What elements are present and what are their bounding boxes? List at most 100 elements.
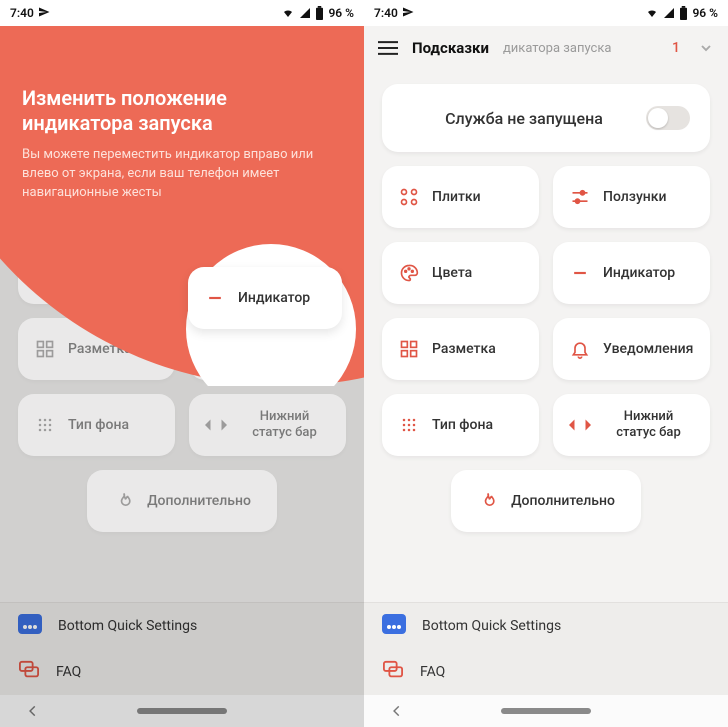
hint-count: 1 <box>308 40 316 56</box>
status-bar: 7:40 96 % <box>0 0 364 26</box>
back-icon[interactable] <box>390 704 404 718</box>
tile-notifications[interactable]: Уведомления <box>553 318 710 380</box>
footer-label: Bottom Quick Settings <box>58 618 197 634</box>
battery-icon <box>679 6 688 20</box>
bell-icon <box>205 338 227 360</box>
tile-bottom-status-bar[interactable]: Нижний статус бар <box>189 394 346 456</box>
bell-icon <box>569 338 591 360</box>
tile-bottom-status-bar[interactable]: Нижний статус бар <box>553 394 710 456</box>
back-icon[interactable] <box>26 704 40 718</box>
menu-button[interactable] <box>14 40 34 56</box>
tile-bg-type[interactable]: Тип фона <box>382 394 539 456</box>
layout-icon <box>398 338 420 360</box>
footer-label: Bottom Quick Settings <box>422 618 561 634</box>
menu-button[interactable] <box>378 40 398 56</box>
coach-body: Вы можете переместить индикатор вправо и… <box>22 146 336 203</box>
footer-faq[interactable]: FAQ <box>364 649 728 695</box>
wifi-icon <box>281 7 295 19</box>
grid-dots-icon <box>34 414 56 436</box>
android-nav-bar <box>364 695 728 727</box>
service-card[interactable]: Служба не запущена <box>382 84 710 152</box>
send-icon <box>402 6 414 21</box>
app-header: Подсказки дикатора запуска 1 <box>364 26 728 70</box>
tile-label: Разметка <box>432 341 523 357</box>
footer: Bottom Quick Settings FAQ <box>0 602 364 727</box>
tile-label: Разметка <box>68 341 159 357</box>
footer-label: FAQ <box>420 664 445 680</box>
bqs-app-icon <box>382 614 406 638</box>
tile-label: Цвета <box>68 265 159 281</box>
chat-icon <box>382 660 404 684</box>
screen-main: 7:40 96 % Подсказки дикатора запуска 1 С… <box>364 0 728 727</box>
android-nav-bar <box>0 695 364 727</box>
coach-title: Изменить положение индикатора запуска <box>22 86 336 136</box>
header-subtitle: ие индикатора заг <box>139 41 294 56</box>
coach-text: Изменить положение индикатора запуска Вы… <box>22 86 336 203</box>
tile-label: Дополнительно <box>511 493 615 509</box>
palette-icon <box>34 262 56 284</box>
tile-colors[interactable]: Цвета <box>382 242 539 304</box>
send-icon <box>38 6 50 21</box>
tile-label: Нижний статус бар <box>603 409 694 440</box>
status-bar-icon <box>569 414 591 436</box>
tile-layout[interactable]: Разметка <box>18 318 175 380</box>
status-time: 7:40 <box>10 6 34 20</box>
home-pill[interactable] <box>501 708 591 714</box>
tile-label: Уведомления <box>603 341 694 357</box>
tile-label: Нижний статус бар <box>239 409 330 440</box>
tile-label: Индикатор <box>238 290 310 306</box>
header-title: Подсказки <box>48 39 125 57</box>
tile-label: Тип фона <box>68 417 159 433</box>
home-pill[interactable] <box>137 708 227 714</box>
coach-highlight-tile[interactable]: Индикатор <box>188 267 342 329</box>
tile-bg-type[interactable]: Тип фона <box>18 394 175 456</box>
tile-layout[interactable]: Разметка <box>382 318 539 380</box>
tile-label: Уведомления <box>239 341 330 357</box>
footer-label: FAQ <box>56 664 81 680</box>
chat-icon <box>18 660 40 684</box>
layout-icon <box>34 338 56 360</box>
hint-count: 1 <box>672 40 680 56</box>
app-header: Подсказки ие индикатора заг 1 <box>0 26 364 70</box>
header-title: Подсказки <box>412 39 489 57</box>
service-toggle[interactable] <box>646 106 690 130</box>
grid-icon <box>398 186 420 208</box>
status-bar-icon <box>205 414 227 436</box>
status-bar: 7:40 96 % <box>364 0 728 26</box>
palette-icon <box>398 262 420 284</box>
header-subtitle: дикатора запуска <box>503 41 658 56</box>
minus-icon <box>569 262 591 284</box>
tile-label: Цвета <box>432 265 523 281</box>
chevron-down-icon[interactable] <box>334 40 350 56</box>
tile-label: Плитки <box>432 189 523 205</box>
battery-icon <box>315 6 324 20</box>
footer-faq[interactable]: FAQ <box>0 649 364 695</box>
minus-icon <box>204 287 226 309</box>
tile-colors[interactable]: Цвета <box>18 242 175 304</box>
tile-sliders[interactable]: Ползунки <box>553 166 710 228</box>
tile-extra[interactable]: Дополнительно <box>87 470 277 532</box>
footer: Bottom Quick Settings FAQ <box>364 602 728 727</box>
tile-label: Ползунки <box>603 189 694 205</box>
tile-indicator[interactable]: Индикатор <box>553 242 710 304</box>
wifi-icon <box>645 7 659 19</box>
tile-label: Тип фона <box>432 417 523 433</box>
footer-bqs[interactable]: Bottom Quick Settings <box>364 603 728 649</box>
status-time: 7:40 <box>374 6 398 20</box>
tile-plates[interactable]: Плитки <box>382 166 539 228</box>
status-battery: 96 % <box>328 6 354 20</box>
bqs-app-icon <box>18 614 42 638</box>
fire-icon <box>113 490 135 512</box>
service-label: Служба не запущена <box>402 109 646 128</box>
chevron-down-icon[interactable] <box>698 40 714 56</box>
sliders-icon <box>569 186 591 208</box>
tile-label: Индикатор <box>603 265 694 281</box>
signal-icon <box>663 7 675 19</box>
screen-tutorial: 7:40 96 % Подсказки ие индикатора заг 1 <box>0 0 364 727</box>
tile-extra[interactable]: Дополнительно <box>451 470 641 532</box>
footer-bqs[interactable]: Bottom Quick Settings <box>0 603 364 649</box>
tile-label: Дополнительно <box>147 493 251 509</box>
signal-icon <box>299 7 311 19</box>
grid-dots-icon <box>398 414 420 436</box>
fire-icon <box>477 490 499 512</box>
